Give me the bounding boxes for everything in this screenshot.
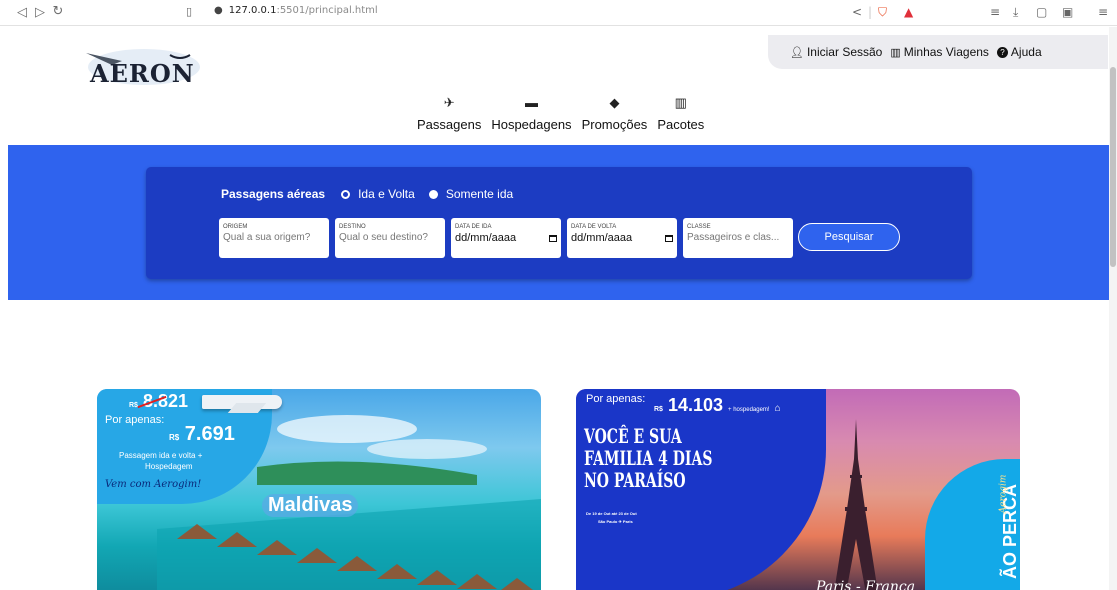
price-extra: + hospedagem! — [728, 407, 770, 413]
por-apenas-label: Por apenas: — [586, 393, 646, 405]
search-header: Passagens aéreas Ida e Volta Somente ida — [221, 187, 513, 201]
scrollbar-thumb[interactable] — [1110, 67, 1116, 267]
tab-label: Pacotes — [657, 117, 705, 132]
tab-hospedagens[interactable]: ▬ Hospedagens — [491, 95, 571, 132]
depart-date-value: dd/mm/aaaa — [455, 232, 517, 244]
page: AERON 👤︎ Iniciar Sessão ▥ Minhas Viagens ?… — [0, 27, 1117, 590]
origin-label: ORIGEM — [223, 224, 248, 230]
destination-placeholder: Qual o seu destino? — [339, 232, 428, 243]
category-tabs: ✈ Passagens ▬ Hospedagens ◆ Promoções ▥ … — [417, 95, 714, 132]
new-price: R$ 7.691 — [169, 423, 235, 446]
flight-search-form: Passagens aéreas Ida e Volta Somente ida… — [146, 167, 972, 279]
price-currency: R$ — [654, 406, 663, 413]
wallet-icon[interactable]: ▣ — [1062, 5, 1073, 19]
login-label: Iniciar Sessão — [806, 45, 883, 59]
depart-date-label: DATA DE IDA — [455, 224, 492, 230]
city-label: Paris - França — [816, 579, 916, 590]
depart-date-field[interactable]: DATA DE IDA dd/mm/aaaa — [451, 218, 561, 258]
top-nav: 👤︎ Iniciar Sessão ▥ Minhas Viagens ? Ajuda — [768, 35, 1108, 69]
plane-icon: ✈ — [443, 95, 455, 110]
help-link[interactable]: ? Ajuda — [996, 45, 1042, 59]
tab-label: Promoções — [581, 117, 648, 132]
price: R$ 14.103 + hospedagem! ⌂ — [654, 395, 781, 416]
destination-label: Maldivas — [262, 494, 359, 517]
back-icon[interactable]: ◁ — [14, 5, 30, 20]
help-label: Ajuda — [1010, 45, 1042, 59]
url-host: 127.0.0.1 — [228, 5, 277, 16]
tab-label: Hospedagens — [491, 117, 572, 132]
promo-dates: De 19 de Out até 23 de Out — [586, 511, 637, 516]
new-price-currency: R$ — [169, 433, 180, 442]
radio-round-trip[interactable]: Ida e Volta — [341, 187, 415, 201]
search-button[interactable]: Pesquisar — [798, 223, 900, 251]
promo-desc-line2: Hospedagem — [145, 462, 193, 471]
new-price-value: 7.691 — [184, 423, 235, 445]
price-value: 14.103 — [667, 395, 724, 415]
bed-icon: ▬ — [524, 95, 538, 110]
radio-one-way-indicator — [428, 189, 438, 199]
tab-promocoes[interactable]: ◆ Promoções — [582, 95, 648, 132]
radio-round-trip-label: Ida e Volta — [358, 187, 415, 201]
origin-placeholder: Qual a sua origem? — [223, 232, 311, 243]
radio-round-trip-indicator — [341, 189, 351, 199]
browser-toolbar: ◁ ▷ ↻ ▯ ● 127.0.0.1:5501/principal.html … — [0, 0, 1117, 26]
forward-icon[interactable]: ▷ — [32, 5, 48, 20]
house-icon: ⌂ — [774, 403, 781, 414]
scrollbar[interactable] — [1109, 27, 1117, 590]
promo-card-paris[interactable]: Por apenas: R$ 14.103 + hospedagem! ⌂ VO… — [576, 389, 1020, 590]
return-date-value: dd/mm/aaaa — [571, 232, 633, 244]
brave-shield-icon[interactable]: ⛉ — [878, 5, 887, 20]
class-label: CLASSE — [687, 224, 711, 230]
suitcase-icon: ▥ — [674, 95, 687, 110]
destination-label: DESTINO — [339, 224, 366, 230]
my-trips-link[interactable]: ▥ Minhas Viagens — [890, 45, 989, 59]
promo-slogan: Vem com Aerogim! — [105, 479, 202, 490]
class-placeholder: Passageiros e clas... — [687, 232, 780, 243]
bookmark-icon[interactable]: ▯ — [186, 5, 192, 18]
promo-slogan: Aerogim — [998, 474, 1009, 514]
menu-icon[interactable]: ≡ — [1098, 5, 1108, 19]
toolbar-divider: | — [868, 5, 873, 19]
suitcase-icon: ▥ — [890, 46, 901, 59]
address-bar[interactable]: ● 127.0.0.1:5501/principal.html — [214, 5, 378, 16]
question-icon: ? — [996, 46, 1008, 58]
old-price: R$ 8.821 — [129, 391, 188, 412]
site-info-icon[interactable]: ● — [214, 5, 223, 16]
origin-field[interactable]: ORIGEM Qual a sua origem? — [219, 218, 329, 258]
share-icon[interactable]: < — [852, 5, 862, 19]
brave-rewards-icon[interactable]: ▲ — [904, 5, 913, 19]
promo-route: São Paulo ✈ Paris — [598, 519, 633, 524]
promo-title: VOCÊ E SUA FAMILIA 4 DIAS NO PARAÍSO — [584, 425, 759, 491]
user-icon: 👤︎ — [790, 46, 804, 59]
por-apenas-label: Por apenas: — [105, 414, 165, 426]
sidebar-icon[interactable]: ▢ — [1036, 5, 1047, 19]
playlist-icon[interactable]: ≡ — [990, 5, 1000, 19]
return-date-label: DATA DE VOLTA — [571, 224, 617, 230]
download-icon[interactable]: ⤓ — [1013, 5, 1018, 20]
class-field[interactable]: CLASSE Passageiros e clas... — [683, 218, 793, 258]
promo-title-line1: VOCÊ E SUA — [584, 424, 682, 448]
eiffel-tower-image — [834, 419, 878, 590]
return-date-field[interactable]: DATA DE VOLTA dd/mm/aaaa — [567, 218, 677, 258]
search-title: Passagens aéreas — [221, 187, 326, 201]
url-path: :5501/principal.html — [276, 5, 378, 16]
tab-pacotes[interactable]: ▥ Pacotes — [657, 95, 704, 132]
tab-label: Passagens — [417, 117, 482, 132]
promo-desc-line1: Passagem ida e volta + — [119, 451, 203, 460]
promo-title-line2: FAMILIA 4 DIAS — [584, 446, 713, 470]
promo-card-maldivas[interactable]: R$ 8.821 Por apenas: R$ 7.691 Passagem i… — [97, 389, 541, 590]
logo[interactable]: AERON — [82, 45, 212, 93]
tab-passagens[interactable]: ✈ Passagens — [417, 95, 481, 132]
calendar-icon[interactable] — [665, 234, 673, 242]
radio-one-way[interactable]: Somente ida — [428, 187, 514, 201]
radio-one-way-label: Somente ida — [445, 187, 514, 201]
promo-title-line3: NO PARAÍSO — [584, 468, 686, 492]
tag-icon: ◆ — [609, 95, 620, 110]
reload-icon[interactable]: ↻ — [50, 4, 66, 19]
login-link[interactable]: 👤︎ Iniciar Sessão — [790, 45, 882, 59]
my-trips-label: Minhas Viagens — [903, 45, 989, 59]
logo-text: AERON — [90, 59, 195, 88]
destination-field[interactable]: DESTINO Qual o seu destino? — [335, 218, 445, 258]
calendar-icon[interactable] — [549, 234, 557, 242]
